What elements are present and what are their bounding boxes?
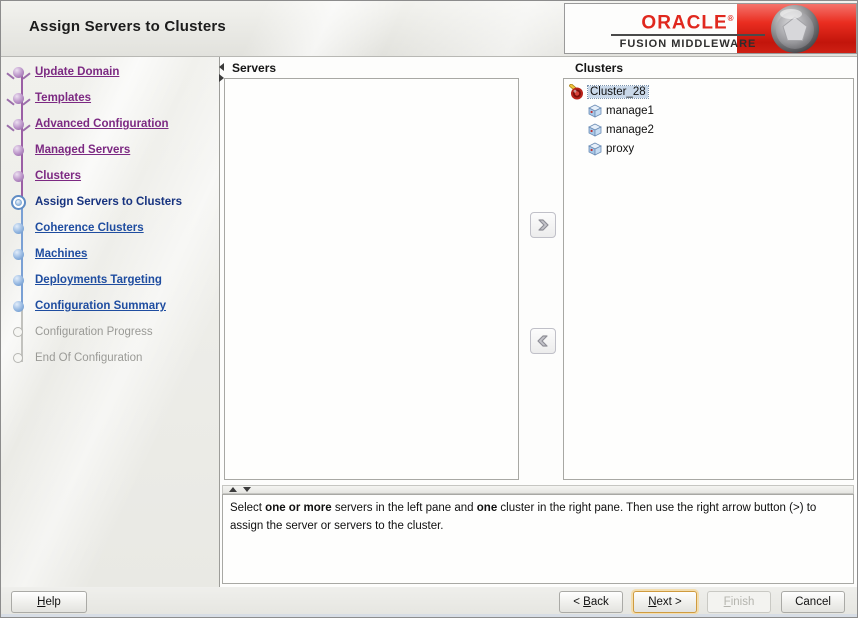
step-past-icon [1,119,35,130]
step-future-icon [1,353,35,363]
content-area: Servers Clusters Cluster_28 manage1 manage… [219,57,858,587]
splitter-down-icon [243,487,251,492]
step-label: Configuration Summary [35,300,166,312]
splitter-up-icon [229,487,237,492]
step-label: Clusters [35,170,81,182]
step-past-icon [1,171,35,182]
tree-item-label: proxy [606,143,634,155]
sidebar-step-advanced-configuration[interactable]: Advanced Configuration [1,111,219,137]
step-past-icon [1,67,35,78]
sidebar-step-configuration-progress: Configuration Progress [1,319,219,345]
sidebar-step-deployments-targeting[interactable]: Deployments Targeting [1,267,219,293]
sidebar-step-templates[interactable]: Templates [1,85,219,111]
step-past-icon [1,93,35,104]
cluster-icon [568,84,584,100]
step-label: Templates [35,92,91,104]
clusters-tree[interactable]: Cluster_28 manage1 manage2 proxy [563,78,854,480]
tree-item-manage1[interactable]: manage1 [566,101,851,120]
tree-item-label: manage2 [606,124,654,136]
sidebar-step-update-domain[interactable]: Update Domain [1,59,219,85]
step-future-icon [1,327,35,337]
oracle-wordmark: ORACLE® [603,9,773,33]
step-list: Update Domain Templates Advanced Configura… [1,59,219,371]
window-bottom-strip [1,614,858,618]
step-label: Advanced Configuration [35,118,169,130]
step-next-icon [1,275,35,286]
step-label: Machines [35,248,87,260]
tree-item-manage2[interactable]: manage2 [566,120,851,139]
back-button[interactable]: < Back [559,591,623,613]
instruction-text: Select one or more servers in the left p… [222,494,854,584]
servers-pane-title: Servers [232,61,276,75]
step-label: End Of Configuration [35,352,142,364]
cancel-button[interactable]: Cancel [781,591,845,613]
sidebar-step-configuration-summary[interactable]: Configuration Summary [1,293,219,319]
chevron-right-icon [535,217,551,233]
help-button[interactable]: Help [11,591,87,613]
assign-right-button[interactable] [530,212,556,238]
step-label: Managed Servers [35,144,130,156]
brand-text: ORACLE® FUSION MIDDLEWARE [603,9,773,50]
sidebar-step-clusters[interactable]: Clusters [1,163,219,189]
wizard-window: Assign Servers to Clusters [0,0,858,618]
brand-tagline: FUSION MIDDLEWARE [603,38,773,50]
globe-icon [770,4,821,54]
tree-item-label: Cluster_28 [588,86,648,98]
horizontal-splitter[interactable] [222,485,854,494]
sidebar-step-coherence-clusters[interactable]: Coherence Clusters [1,215,219,241]
step-label: Configuration Progress [35,326,153,338]
step-label: Assign Servers to Clusters [35,196,182,208]
tree-item-label: manage1 [606,105,654,117]
clusters-pane-title: Clusters [575,61,623,75]
step-past-icon [1,145,35,156]
servers-list[interactable] [224,78,519,480]
chevron-left-icon [535,333,551,349]
sidebar-step-end-of-configuration: End Of Configuration [1,345,219,371]
server-cube-icon [588,123,602,137]
server-cube-icon [588,142,602,156]
tree-item-cluster-28[interactable]: Cluster_28 [566,82,851,101]
step-next-icon [1,223,35,234]
server-cube-icon [588,104,602,118]
collapse-left-icon [219,63,224,71]
step-current-icon [1,195,35,210]
brand-divider [611,34,765,36]
step-next-icon [1,301,35,312]
page-title: Assign Servers to Clusters [29,18,226,35]
sidebar-step-assign-servers-to-clusters[interactable]: Assign Servers to Clusters [1,189,219,215]
step-next-icon [1,249,35,260]
sidebar-step-managed-servers[interactable]: Managed Servers [1,137,219,163]
finish-button: Finish [707,591,771,613]
footer-bar: Help < Back Next > Finish Cancel [1,587,858,614]
header-bar: Assign Servers to Clusters [1,1,858,57]
step-label: Update Domain [35,66,119,78]
step-label: Coherence Clusters [35,222,144,234]
next-button[interactable]: Next > [633,591,697,613]
sidebar-step-machines[interactable]: Machines [1,241,219,267]
step-label: Deployments Targeting [35,274,162,286]
wizard-steps-sidebar: Update Domain Templates Advanced Configura… [1,57,219,587]
unassign-left-button[interactable] [530,328,556,354]
oracle-logo: ORACLE® FUSION MIDDLEWARE [564,3,857,54]
tree-item-proxy[interactable]: proxy [566,139,851,158]
